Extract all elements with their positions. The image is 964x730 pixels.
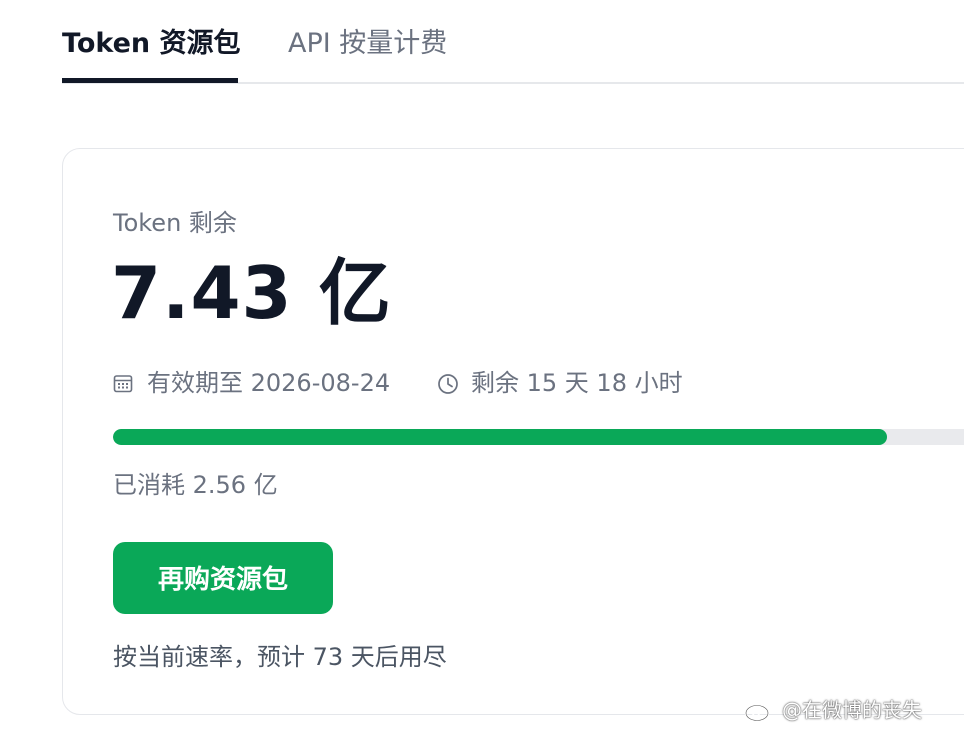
expiry-info: 有效期至 2026-08-24 [113, 365, 413, 401]
active-tab-indicator [62, 78, 238, 83]
tab-token-package[interactable]: Token 资源包 [62, 26, 241, 62]
consumed-text: 已消耗 2.56 亿 [113, 471, 278, 499]
calendar-icon [113, 375, 133, 393]
tab-api-pay-as-you-go[interactable]: API 按量计费 [288, 26, 447, 62]
clock-icon [438, 374, 458, 394]
remaining-label: Token 剩余 [113, 209, 237, 237]
usage-progress-track [113, 429, 964, 445]
expiry-date-text: 有效期至 2026-08-24 [147, 369, 391, 397]
watermark-text: @在微博的丧失 [782, 698, 922, 722]
countdown-info: 剩余 15 天 18 小时 [437, 365, 737, 401]
page: Token 资源包 API 按量计费 Token 剩余 7.43 亿 有效期至 … [0, 0, 964, 730]
token-balance-card: Token 剩余 7.43 亿 有效期至 2026-08-24 剩余 15 天 … [62, 148, 964, 715]
remaining-value: 7.43 亿 [111, 251, 392, 335]
countdown-text: 剩余 15 天 18 小时 [471, 369, 683, 397]
depletion-forecast: 按当前速率，预计 73 天后用尽 [113, 643, 447, 671]
usage-progress-fill [113, 429, 887, 445]
rebuy-package-button[interactable]: 再购资源包 [113, 542, 333, 614]
tab-bar: Token 资源包 API 按量计费 [62, 0, 964, 84]
weibo-logo-icon [745, 701, 774, 722]
